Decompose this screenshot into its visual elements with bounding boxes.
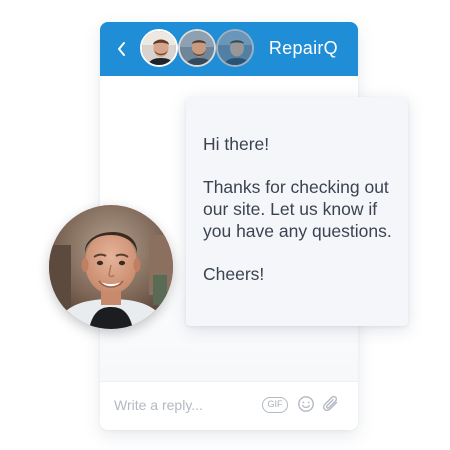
emoji-button[interactable] <box>297 395 315 413</box>
agent-avatar <box>49 205 173 329</box>
team-avatar[interactable] <box>216 29 254 67</box>
back-button[interactable] <box>112 37 134 61</box>
team-avatars <box>140 28 290 70</box>
chevron-left-icon <box>118 42 125 56</box>
message-card: Hi there! Thanks for checking out our si… <box>186 97 408 326</box>
chat-header: RepairQ <box>100 22 358 76</box>
person-photo-icon <box>218 31 252 65</box>
message-greeting: Hi there! <box>203 134 270 154</box>
attach-button[interactable] <box>322 394 340 414</box>
team-avatar[interactable] <box>178 29 216 67</box>
message-signoff: Cheers! <box>203 264 265 284</box>
composer: GIF <box>100 381 358 430</box>
chat-widget-preview: RepairQ GIF Hi there! Thanks fo <box>0 0 450 450</box>
gif-button[interactable]: GIF <box>262 397 288 413</box>
smiley-icon <box>298 396 314 412</box>
reply-input[interactable] <box>114 392 254 418</box>
paperclip-icon <box>323 395 338 412</box>
person-photo-icon <box>49 205 173 329</box>
team-avatar[interactable] <box>140 29 178 67</box>
person-photo-icon <box>142 31 176 65</box>
brand-name: RepairQ <box>268 38 338 58</box>
person-photo-icon <box>180 31 214 65</box>
message-body: Thanks for checking out our site. Let us… <box>203 177 392 241</box>
